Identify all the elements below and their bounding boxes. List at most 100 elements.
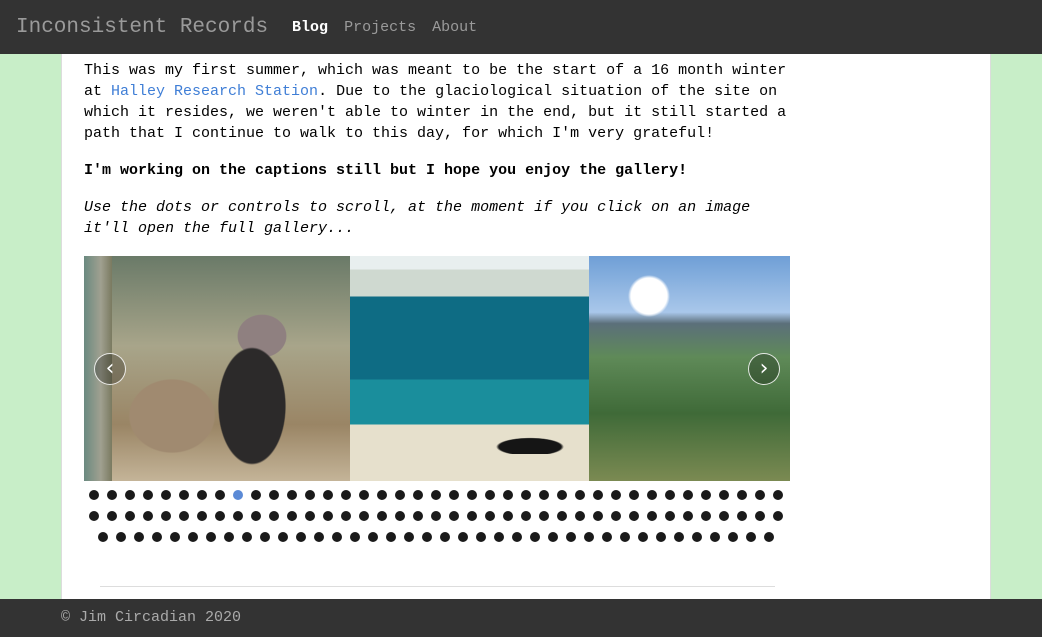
gallery-dot[interactable] xyxy=(593,490,603,500)
gallery-dot[interactable] xyxy=(494,532,504,542)
gallery-slide-penguin[interactable] xyxy=(112,256,350,481)
gallery-dot[interactable] xyxy=(638,532,648,542)
gallery-dot[interactable] xyxy=(467,490,477,500)
gallery-dot[interactable] xyxy=(431,490,441,500)
gallery-dot[interactable] xyxy=(467,511,477,521)
gallery-dot[interactable] xyxy=(242,532,252,542)
gallery-slide-beach[interactable] xyxy=(350,256,589,481)
gallery-dot[interactable] xyxy=(755,490,765,500)
gallery-dot[interactable] xyxy=(566,532,576,542)
gallery-dot[interactable] xyxy=(503,511,513,521)
gallery-dot[interactable] xyxy=(287,511,297,521)
gallery-dot[interactable] xyxy=(125,490,135,500)
site-brand[interactable]: Inconsistent Records xyxy=(16,16,268,39)
gallery-dot[interactable] xyxy=(647,511,657,521)
gallery-dot[interactable] xyxy=(701,490,711,500)
gallery-dot[interactable] xyxy=(125,511,135,521)
gallery-dot[interactable] xyxy=(557,511,567,521)
gallery-dot[interactable] xyxy=(773,490,783,500)
gallery-dot[interactable] xyxy=(260,532,270,542)
gallery-dot[interactable] xyxy=(521,490,531,500)
gallery-dot[interactable] xyxy=(152,532,162,542)
gallery-dot[interactable] xyxy=(215,490,225,500)
gallery-dot[interactable] xyxy=(359,511,369,521)
gallery-dot[interactable] xyxy=(341,490,351,500)
gallery-dot[interactable] xyxy=(485,490,495,500)
gallery-dot[interactable] xyxy=(674,532,684,542)
gallery-dot[interactable] xyxy=(206,532,216,542)
gallery-dot[interactable] xyxy=(251,511,261,521)
gallery-dot[interactable] xyxy=(341,511,351,521)
gallery-prev-button[interactable]: ‹ xyxy=(94,353,126,385)
gallery-next-button[interactable]: › xyxy=(748,353,780,385)
gallery-dot[interactable] xyxy=(377,511,387,521)
gallery-dot[interactable] xyxy=(368,532,378,542)
gallery-dot[interactable] xyxy=(503,490,513,500)
gallery-dot[interactable] xyxy=(539,511,549,521)
gallery-dot[interactable] xyxy=(170,532,180,542)
gallery-dot[interactable] xyxy=(683,511,693,521)
gallery-dot[interactable] xyxy=(647,490,657,500)
gallery-dot[interactable] xyxy=(269,490,279,500)
gallery-dot[interactable] xyxy=(548,532,558,542)
gallery-dot[interactable] xyxy=(395,511,405,521)
gallery-dot[interactable] xyxy=(269,511,279,521)
gallery-dot[interactable] xyxy=(161,490,171,500)
gallery-dot[interactable] xyxy=(764,532,774,542)
gallery-dot[interactable] xyxy=(251,490,261,500)
gallery-dot[interactable] xyxy=(746,532,756,542)
gallery-dot[interactable] xyxy=(719,511,729,521)
gallery-dot[interactable] xyxy=(665,490,675,500)
gallery-dot[interactable] xyxy=(530,532,540,542)
gallery-dot[interactable] xyxy=(458,532,468,542)
nav-link-projects[interactable]: Projects xyxy=(344,19,416,36)
gallery-dot[interactable] xyxy=(539,490,549,500)
gallery-dot[interactable] xyxy=(575,490,585,500)
gallery-dot[interactable] xyxy=(224,532,234,542)
gallery-dot[interactable] xyxy=(701,511,711,521)
gallery-dot[interactable] xyxy=(584,532,594,542)
gallery-dot[interactable] xyxy=(728,532,738,542)
gallery-dot[interactable] xyxy=(107,490,117,500)
gallery-dot[interactable] xyxy=(512,532,522,542)
gallery-dot[interactable] xyxy=(179,490,189,500)
gallery-dot[interactable] xyxy=(323,511,333,521)
gallery-dot-active[interactable] xyxy=(233,490,243,500)
gallery-dot[interactable] xyxy=(359,490,369,500)
gallery-dot[interactable] xyxy=(413,490,423,500)
gallery-dot[interactable] xyxy=(305,511,315,521)
gallery-dot[interactable] xyxy=(116,532,126,542)
halley-station-link[interactable]: Halley Research Station xyxy=(111,83,318,100)
gallery-dot[interactable] xyxy=(620,532,630,542)
gallery-dot[interactable] xyxy=(422,532,432,542)
gallery-dot[interactable] xyxy=(314,532,324,542)
gallery-dot[interactable] xyxy=(233,511,243,521)
gallery-dot[interactable] xyxy=(377,490,387,500)
gallery-dot[interactable] xyxy=(602,532,612,542)
gallery-dot[interactable] xyxy=(575,511,585,521)
gallery-dot[interactable] xyxy=(773,511,783,521)
gallery-carousel[interactable] xyxy=(84,256,790,481)
gallery-dot[interactable] xyxy=(386,532,396,542)
gallery-dot[interactable] xyxy=(737,490,747,500)
gallery-dot[interactable] xyxy=(395,490,405,500)
gallery-dot[interactable] xyxy=(476,532,486,542)
gallery-dot[interactable] xyxy=(521,511,531,521)
gallery-dot[interactable] xyxy=(107,511,117,521)
gallery-dot[interactable] xyxy=(665,511,675,521)
gallery-dot[interactable] xyxy=(719,490,729,500)
gallery-dot[interactable] xyxy=(755,511,765,521)
gallery-dot[interactable] xyxy=(161,511,171,521)
gallery-dot[interactable] xyxy=(629,511,639,521)
nav-link-about[interactable]: About xyxy=(432,19,477,36)
gallery-dot[interactable] xyxy=(197,490,207,500)
gallery-dot[interactable] xyxy=(692,532,702,542)
gallery-dot[interactable] xyxy=(143,511,153,521)
gallery-dot[interactable] xyxy=(188,532,198,542)
gallery-dot[interactable] xyxy=(287,490,297,500)
gallery-dot[interactable] xyxy=(134,532,144,542)
gallery-dot[interactable] xyxy=(485,511,495,521)
gallery-dot[interactable] xyxy=(89,490,99,500)
gallery-dot[interactable] xyxy=(449,511,459,521)
gallery-dot[interactable] xyxy=(179,511,189,521)
